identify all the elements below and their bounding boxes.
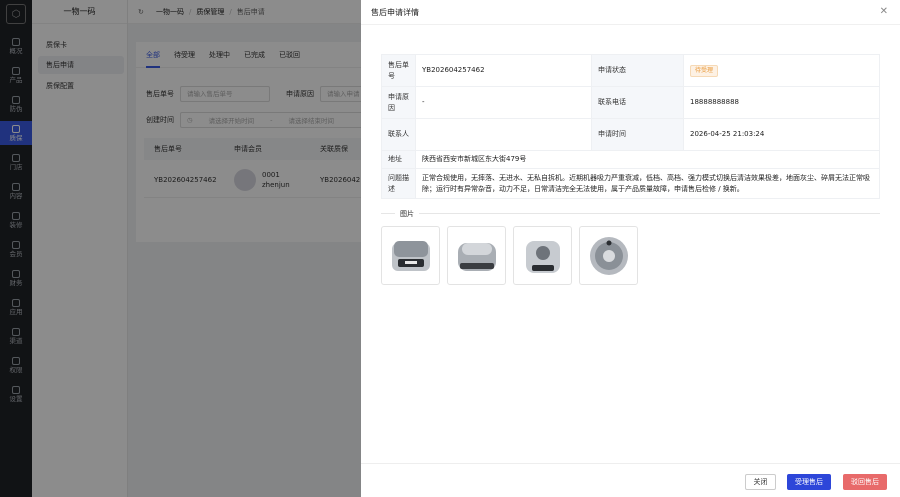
field-label: 申请原因 (381, 86, 416, 119)
robot-vacuum-image (525, 240, 560, 273)
images-section-title: 图片 (395, 209, 419, 219)
accept-aftersale-button[interactable]: 受理售后 (787, 474, 831, 490)
aftersale-no-value: YB202604257462 (415, 54, 592, 87)
drawer-header: 售后申请详情 ✕ (361, 0, 900, 25)
detail-table: 售后单号 YB202604257462 申请状态 待受理 申请原因 - 联系电话… (381, 54, 880, 199)
field-label: 售后单号 (381, 54, 416, 87)
image-thumbnail[interactable] (513, 226, 572, 285)
field-label: 联系电话 (591, 86, 684, 119)
robot-vacuum-image (457, 242, 496, 271)
image-thumbnail[interactable] (381, 226, 440, 285)
reason-value: - (415, 86, 592, 119)
description-value: 正常合规使用，无摔落、无进水、无私自拆机。近期机器吸力严重衰减，低档、高档、强力… (415, 168, 880, 199)
robot-vacuum-image (589, 236, 628, 275)
address-value: 陕西省西安市新城区东大街479号 (415, 150, 880, 169)
field-label: 申请状态 (591, 54, 684, 87)
image-thumbnail[interactable] (579, 226, 638, 285)
field-label: 联系人 (381, 118, 416, 151)
contact-value (415, 118, 592, 151)
field-label: 问题描述 (381, 168, 416, 199)
field-label: 地址 (381, 150, 416, 169)
apply-time-value: 2026-04-25 21:03:24 (683, 118, 880, 151)
drawer-title: 售后申请详情 (371, 7, 419, 17)
robot-vacuum-image (391, 240, 430, 271)
status-badge: 待受理 (690, 64, 719, 77)
field-label: 申请时间 (591, 118, 684, 151)
drawer-footer: 关闭 受理售后 驳回售后 (361, 463, 900, 497)
close-button[interactable]: 关闭 (745, 474, 776, 490)
phone-value: 18888888888 (683, 86, 880, 119)
section-divider (381, 213, 880, 214)
aftersale-detail-drawer: 售后申请详情 ✕ 售后单号 YB202604257462 申请状态 待受理 申请… (361, 0, 900, 497)
reject-aftersale-button[interactable]: 驳回售后 (843, 474, 887, 490)
image-thumbnail[interactable] (447, 226, 506, 285)
close-icon[interactable]: ✕ (880, 7, 888, 17)
